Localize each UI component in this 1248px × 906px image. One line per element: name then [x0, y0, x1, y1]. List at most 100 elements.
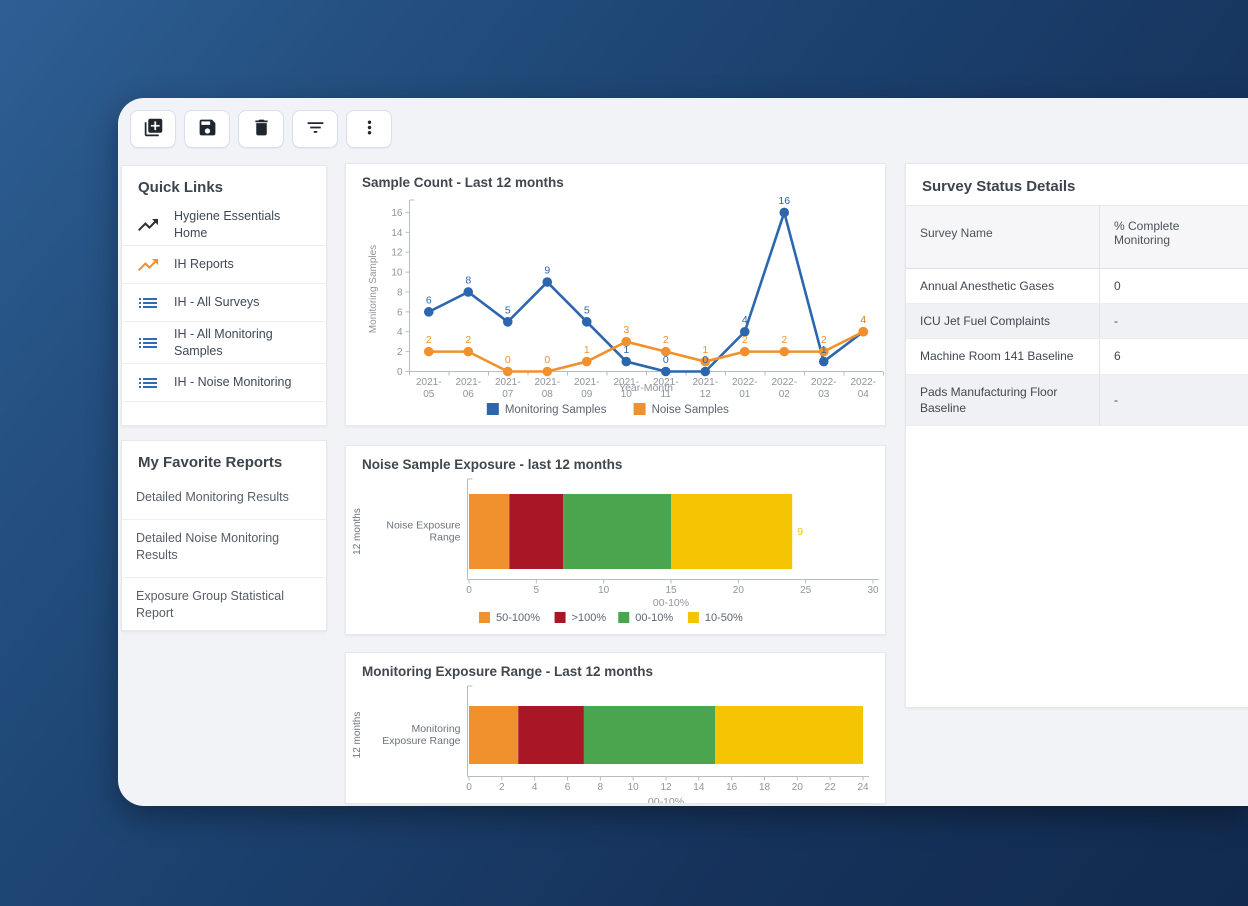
svg-text:0: 0: [466, 782, 472, 793]
svg-text:20: 20: [792, 782, 804, 793]
svg-text:30: 30: [867, 585, 879, 596]
app-background: { "colors": { "series_blue": "#2c66ae", …: [0, 0, 1248, 906]
svg-text:2: 2: [397, 347, 403, 358]
survey-status-table: Survey Name % Complete Monitoring Annual…: [906, 205, 1248, 426]
save-button[interactable]: [184, 110, 230, 148]
sidebar-item-hygiene-essentials-home[interactable]: Hygiene Essentials Home: [122, 204, 326, 246]
svg-text:2021-: 2021-: [574, 377, 600, 388]
cell-percent-complete: -: [1100, 304, 1248, 339]
toolbar: [130, 110, 392, 148]
sidebar-item-label: Hygiene Essentials Home: [174, 208, 312, 241]
svg-text:15: 15: [665, 585, 677, 596]
cell-survey-name: ICU Jet Fuel Complaints: [906, 304, 1100, 339]
svg-text:00-10%: 00-10%: [635, 612, 673, 624]
svg-text:6: 6: [565, 782, 571, 793]
svg-text:08: 08: [542, 389, 554, 400]
svg-text:Exposure Range: Exposure Range: [382, 735, 460, 747]
more-options-button[interactable]: [346, 110, 392, 148]
svg-text:2021-: 2021-: [495, 377, 521, 388]
svg-text:14: 14: [693, 782, 705, 793]
sidebar-item-ih-reports[interactable]: IH Reports: [122, 246, 326, 284]
favorite-report-detailed-monitoring-results[interactable]: Detailed Monitoring Results: [122, 479, 326, 520]
table-row: Machine Room 141 Baseline 6: [906, 339, 1248, 374]
column-header-percent-complete-monitoring: % Complete Monitoring: [1100, 206, 1248, 269]
list-icon: [136, 371, 160, 395]
sidebar-item-label: IH - All Surveys: [174, 294, 259, 311]
svg-text:03: 03: [818, 389, 830, 400]
noise-sample-exposure-chart-card: Noise Sample Exposure - last 12 months 0…: [345, 445, 886, 635]
svg-text:20: 20: [733, 585, 745, 596]
svg-text:0: 0: [505, 354, 511, 366]
dashboard-panel: Quick Links Hygiene Essentials Home IH R…: [118, 98, 1248, 806]
svg-text:Range: Range: [430, 532, 461, 544]
sidebar-item-label: IH - All Monitoring Samples: [174, 326, 312, 359]
sidebar-item-ih-all-surveys[interactable]: IH - All Surveys: [122, 284, 326, 322]
svg-text:2021-: 2021-: [416, 377, 442, 388]
svg-text:2021-: 2021-: [455, 377, 481, 388]
sample-count-chart-card: Sample Count - Last 12 months 0246810121…: [345, 163, 886, 426]
svg-text:0: 0: [544, 354, 550, 366]
svg-text:2022-: 2022-: [771, 377, 797, 388]
column-header-survey-name: Survey Name: [906, 206, 1100, 269]
svg-text:6: 6: [426, 294, 432, 306]
svg-text:0: 0: [663, 354, 669, 366]
table-row: Pads Manufacturing Floor Baseline -: [906, 374, 1248, 425]
sidebar-item-ih-noise-monitoring[interactable]: IH - Noise Monitoring: [122, 364, 326, 402]
favorite-reports-panel: My Favorite Reports Detailed Monitoring …: [121, 440, 327, 631]
add-report-button[interactable]: [130, 110, 176, 148]
svg-text:1: 1: [623, 344, 629, 356]
svg-text:4: 4: [860, 314, 866, 326]
svg-text:Year-Month: Year-Month: [619, 382, 673, 394]
svg-text:12: 12: [700, 389, 712, 400]
quick-links-panel: Quick Links Hygiene Essentials Home IH R…: [121, 165, 327, 426]
svg-text:50-100%: 50-100%: [496, 612, 540, 624]
svg-text:10-50%: 10-50%: [705, 612, 743, 624]
svg-text:2: 2: [781, 334, 787, 346]
monitoring-exposure-range-chart-card: Monitoring Exposure Range - Last 12 mont…: [345, 652, 886, 804]
svg-text:12: 12: [391, 248, 403, 259]
svg-text:25: 25: [800, 585, 812, 596]
table-header-row: Survey Name % Complete Monitoring: [906, 206, 1248, 269]
svg-text:4: 4: [397, 327, 403, 338]
svg-text:12 months: 12 months: [352, 712, 363, 759]
svg-text:2022-: 2022-: [732, 377, 758, 388]
svg-text:10: 10: [628, 782, 640, 793]
svg-text:2: 2: [742, 334, 748, 346]
svg-text:02: 02: [779, 389, 791, 400]
svg-text:00-10%: 00-10%: [648, 796, 684, 804]
survey-status-details-panel: Survey Status Details Survey Name % Comp…: [905, 163, 1248, 708]
delete-button[interactable]: [238, 110, 284, 148]
svg-text:4: 4: [742, 314, 748, 326]
list-icon: [136, 291, 160, 315]
svg-text:>100%: >100%: [572, 612, 607, 624]
sidebar-item-label: IH Reports: [174, 256, 234, 273]
svg-text:Monitoring: Monitoring: [411, 723, 460, 735]
favorite-reports-title: My Favorite Reports: [122, 441, 326, 479]
svg-text:14: 14: [391, 228, 403, 239]
svg-text:07: 07: [502, 389, 514, 400]
svg-text:9: 9: [797, 526, 803, 538]
sidebar-item-ih-all-monitoring-samples[interactable]: IH - All Monitoring Samples: [122, 322, 326, 364]
svg-text:2: 2: [465, 334, 471, 346]
svg-text:2022-: 2022-: [850, 377, 876, 388]
svg-text:00-10%: 00-10%: [653, 597, 689, 609]
cell-percent-complete: 0: [1100, 269, 1248, 304]
svg-text:4: 4: [532, 782, 538, 793]
svg-text:5: 5: [505, 304, 511, 316]
svg-text:2: 2: [663, 334, 669, 346]
svg-text:2: 2: [821, 334, 827, 346]
cell-percent-complete: 6: [1100, 339, 1248, 374]
svg-text:5: 5: [584, 304, 590, 316]
trending-up-icon: [136, 253, 160, 277]
svg-text:1: 1: [702, 344, 708, 356]
cell-survey-name: Pads Manufacturing Floor Baseline: [906, 374, 1100, 425]
filter-button[interactable]: [292, 110, 338, 148]
svg-text:10: 10: [598, 585, 610, 596]
svg-text:3: 3: [623, 324, 629, 336]
quick-links-title: Quick Links: [122, 166, 326, 204]
favorite-report-detailed-noise-monitoring-results[interactable]: Detailed Noise Monitoring Results: [122, 520, 326, 578]
svg-text:2022-: 2022-: [811, 377, 837, 388]
monitoring-exposure-range-bar-chart: 024681012141618202224MonitoringExposure …: [346, 653, 886, 804]
svg-text:05: 05: [423, 389, 435, 400]
favorite-report-exposure-group-statistical-report[interactable]: Exposure Group Statistical Report: [122, 578, 326, 636]
